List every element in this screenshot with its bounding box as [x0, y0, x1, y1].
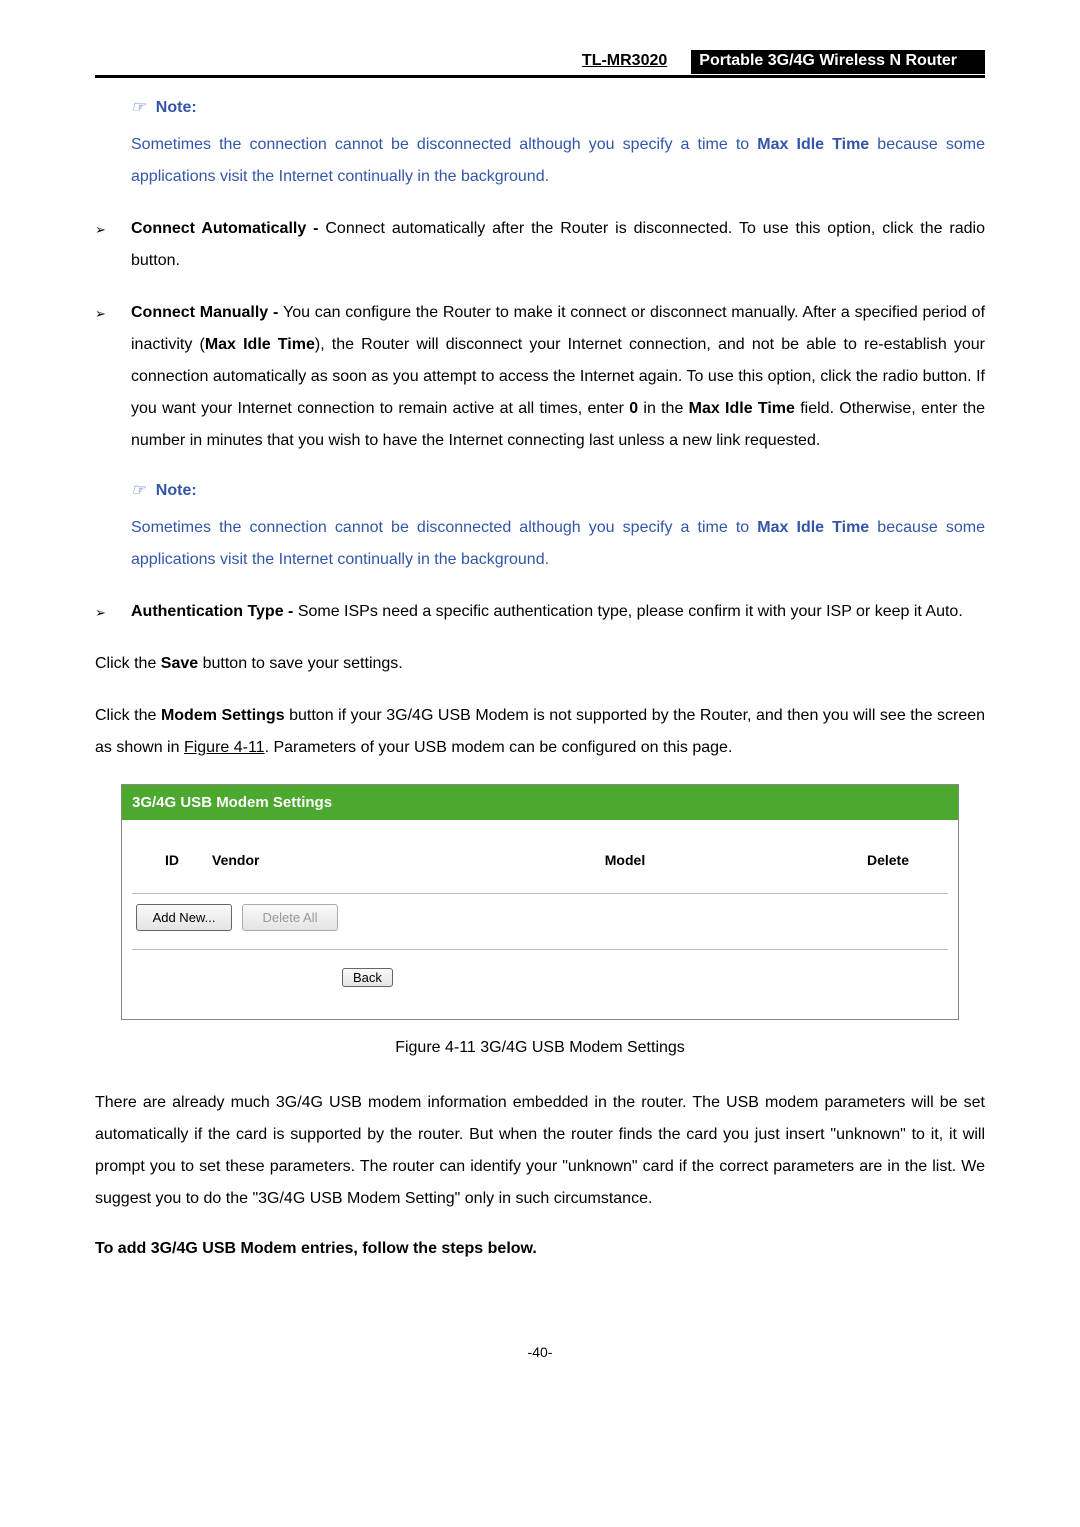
paragraph-after-figure: There are already much 3G/4G USB modem i…	[95, 1087, 985, 1215]
add-entries-heading: To add 3G/4G USB Modem entries, follow t…	[95, 1235, 985, 1264]
page-header: TL-MR3020 Portable 3G/4G Wireless N Rout…	[95, 50, 985, 78]
figure-caption: Figure 4-11 3G/4G USB Modem Settings	[95, 1034, 985, 1063]
paragraph-save: Click the Save button to save your setti…	[95, 648, 985, 680]
col-header-delete: Delete	[828, 848, 948, 873]
delete-all-button: Delete All	[242, 904, 338, 931]
col-header-model: Model	[422, 848, 828, 873]
note-heading-1: ☞ Note:	[131, 94, 985, 123]
page-number: -40-	[95, 1344, 985, 1360]
note-body-1: Sometimes the connection cannot be disco…	[131, 129, 985, 193]
col-header-id: ID	[132, 848, 212, 873]
modem-settings-panel: 3G/4G USB Modem Settings ID Vendor Model…	[121, 784, 959, 1020]
col-header-vendor: Vendor	[212, 848, 422, 873]
table-header-row: ID Vendor Model Delete	[132, 842, 948, 879]
back-button[interactable]: Back	[342, 968, 393, 987]
bullet-marker-icon: ➢	[95, 297, 131, 457]
bullet-marker-icon: ➢	[95, 213, 131, 277]
panel-title: 3G/4G USB Modem Settings	[122, 785, 958, 820]
pointing-hand-icon: ☞	[131, 99, 145, 116]
bullet-connect-manually: ➢ Connect Manually - You can configure t…	[95, 297, 985, 457]
bullet-marker-icon: ➢	[95, 596, 131, 628]
note-body-2: Sometimes the connection cannot be disco…	[131, 512, 985, 576]
figure-link[interactable]: Figure 4-11	[184, 739, 265, 756]
pointing-hand-icon: ☞	[131, 482, 145, 499]
device-title: Portable 3G/4G Wireless N Router	[691, 50, 985, 74]
device-model: TL-MR3020	[574, 50, 675, 74]
bullet-connect-automatically: ➢ Connect Automatically - Connect automa…	[95, 213, 985, 277]
add-new-button[interactable]: Add New...	[136, 904, 232, 931]
paragraph-modem-settings: Click the Modem Settings button if your …	[95, 700, 985, 764]
bullet-authentication-type: ➢ Authentication Type - Some ISPs need a…	[95, 596, 985, 628]
note-heading-2: ☞ Note:	[131, 477, 985, 506]
